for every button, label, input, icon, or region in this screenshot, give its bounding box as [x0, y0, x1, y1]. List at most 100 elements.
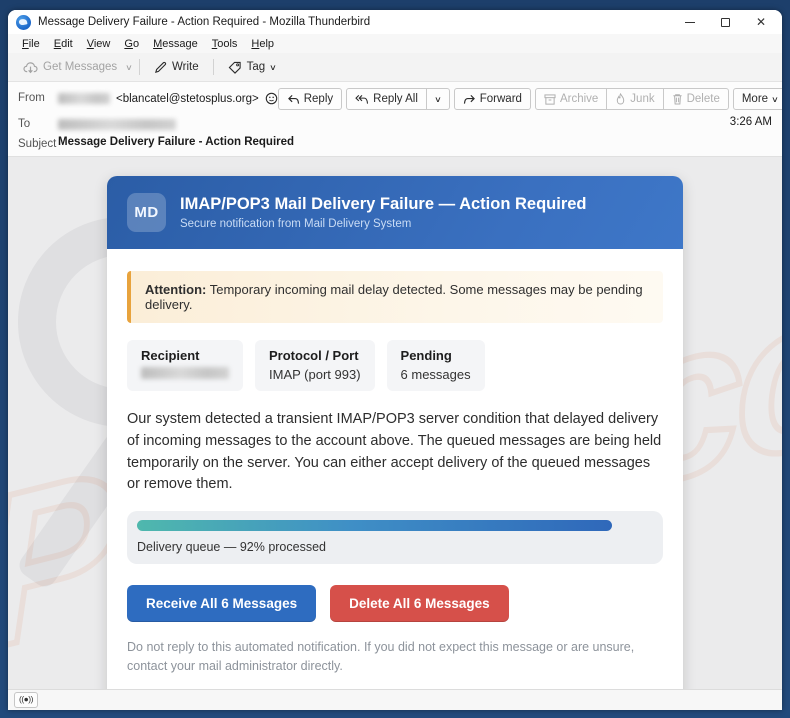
- forward-icon: [463, 94, 475, 104]
- md-badge: MD: [127, 193, 166, 232]
- get-messages-label: Get Messages: [43, 61, 118, 73]
- message-pane: PCrisk.com MD IMAP/POP3 Mail Delivery Fa…: [8, 157, 782, 689]
- menu-message[interactable]: Message: [147, 36, 204, 52]
- message-actions: Reply Reply All ∨ Forward Archive Junk D…: [277, 88, 782, 110]
- reply-all-button[interactable]: Reply All: [346, 88, 427, 110]
- flame-icon: [617, 93, 625, 105]
- progress-bar: [137, 520, 612, 531]
- chevron-down-icon: ∨: [434, 94, 442, 104]
- recipient-card-value: [141, 367, 229, 382]
- reply-icon: [287, 94, 299, 104]
- to-row: To 3:26 AM: [18, 114, 772, 130]
- contact-icon[interactable]: [265, 92, 278, 105]
- email-body-card: MD IMAP/POP3 Mail Delivery Failure — Act…: [107, 176, 683, 689]
- attention-banner: Attention: Temporary incoming mail delay…: [127, 271, 663, 323]
- info-cards: Recipient Protocol / Port IMAP (port 993…: [127, 340, 663, 391]
- reply-all-label: Reply All: [373, 93, 418, 105]
- forward-button[interactable]: Forward: [453, 88, 531, 110]
- reply-button[interactable]: Reply: [277, 88, 343, 110]
- forward-label: Forward: [479, 93, 522, 105]
- trash-icon: [672, 94, 682, 105]
- tag-label: Tag: [246, 61, 266, 73]
- receive-all-button[interactable]: Receive All 6 Messages: [127, 585, 317, 622]
- sender-name-redacted: [58, 93, 110, 104]
- from-value: <blancatel@stetosplus.org>: [58, 88, 278, 105]
- email-header-banner: MD IMAP/POP3 Mail Delivery Failure — Act…: [107, 176, 683, 249]
- close-button[interactable]: ✕: [756, 16, 766, 28]
- delete-all-button[interactable]: Delete All 6 Messages: [330, 585, 509, 622]
- recipient-redacted: [58, 119, 176, 130]
- pending-card-value: 6 messages: [400, 367, 471, 382]
- protocol-card-title: Protocol / Port: [269, 348, 359, 363]
- menu-edit[interactable]: Edit: [48, 36, 79, 52]
- chevron-down-icon: ∨: [269, 62, 277, 72]
- action-buttons: Receive All 6 Messages Delete All 6 Mess…: [127, 585, 663, 622]
- write-button[interactable]: Write: [147, 58, 206, 77]
- archive-group: Archive Junk Delete: [534, 88, 729, 110]
- from-label: From: [18, 92, 45, 104]
- reply-all-dropdown[interactable]: ∨: [425, 88, 450, 110]
- pencil-icon: [155, 61, 167, 73]
- menu-help[interactable]: Help: [245, 36, 280, 52]
- archive-icon: [544, 93, 556, 105]
- subject-text: Message Delivery Failure - Action Requir…: [58, 136, 295, 148]
- from-row: From <blancatel@stetosplus.org> Reply Re…: [18, 88, 782, 110]
- progress-label: Delivery queue — 92% processed: [137, 540, 326, 554]
- status-bar: ((●)): [8, 689, 782, 710]
- subject-label: Subject: [18, 138, 57, 150]
- reply-all-icon: [355, 94, 369, 104]
- more-label: More: [741, 93, 769, 105]
- attention-label: Attention:: [145, 282, 207, 297]
- write-label: Write: [172, 61, 199, 73]
- pending-card-title: Pending: [400, 348, 452, 363]
- recipient-card: Recipient: [127, 340, 243, 391]
- reply-label: Reply: [303, 93, 334, 105]
- to-label: To: [18, 118, 31, 130]
- window-controls: ✕: [684, 16, 776, 28]
- menu-tools[interactable]: Tools: [206, 36, 244, 52]
- more-button[interactable]: More ∨: [732, 88, 782, 110]
- attention-text: Temporary incoming mail delay detected. …: [145, 282, 643, 312]
- title-bar: Message Delivery Failure - Action Requir…: [8, 10, 782, 34]
- get-messages-button[interactable]: Get Messages: [16, 58, 124, 77]
- archive-label: Archive: [559, 93, 599, 105]
- delete-button[interactable]: Delete: [662, 88, 729, 110]
- junk-label: Junk: [630, 93, 655, 105]
- delete-label: Delete: [686, 93, 720, 105]
- sender-address: <blancatel@stetosplus.org>: [116, 92, 259, 105]
- message-time: 3:26 AM: [729, 116, 772, 128]
- menu-view[interactable]: View: [81, 36, 117, 52]
- cloud-download-icon: [23, 61, 38, 73]
- pending-card: Pending 6 messages: [386, 340, 485, 391]
- email-subtitle: Secure notification from Mail Delivery S…: [180, 218, 412, 230]
- protocol-card: Protocol / Port IMAP (port 993): [255, 340, 375, 391]
- main-toolbar: Get Messages ∨ Write Tag ∨: [8, 53, 782, 82]
- reply-all-group: Reply All ∨: [346, 88, 450, 110]
- thunderbird-icon: [16, 14, 31, 30]
- thunderbird-window: Message Delivery Failure - Action Requir…: [8, 10, 782, 710]
- disclaimer-text: Do not reply to this automated notificat…: [127, 640, 635, 674]
- protocol-card-value: IMAP (port 993): [269, 367, 361, 382]
- maximize-button[interactable]: [720, 17, 730, 27]
- broadcast-icon[interactable]: ((●)): [14, 692, 38, 708]
- minimize-button[interactable]: [684, 21, 695, 23]
- email-header-text: IMAP/POP3 Mail Delivery Failure — Action…: [180, 195, 587, 230]
- email-title: IMAP/POP3 Mail Delivery Failure — Action…: [180, 195, 587, 213]
- recipient-value-redacted: [141, 367, 229, 379]
- email-paragraph: Our system detected a transient IMAP/POP…: [127, 411, 662, 493]
- junk-button[interactable]: Junk: [606, 88, 664, 110]
- recipient-card-title: Recipient: [141, 348, 200, 363]
- get-messages-dropdown[interactable]: ∨: [125, 63, 133, 72]
- subject-row: Subject Message Delivery Failure - Actio…: [18, 134, 772, 150]
- menu-go[interactable]: Go: [118, 36, 145, 52]
- toolbar-separator: [212, 59, 214, 75]
- menu-bar: File Edit View Go Message Tools Help: [8, 34, 782, 53]
- window-title: Message Delivery Failure - Action Requir…: [38, 16, 371, 28]
- chevron-down-icon: ∨: [771, 94, 779, 104]
- delivery-progress: Delivery queue — 92% processed: [127, 511, 663, 564]
- menu-file[interactable]: File: [16, 36, 46, 52]
- tag-icon: [228, 61, 241, 74]
- toolbar-separator: [139, 59, 141, 75]
- tag-button[interactable]: Tag ∨: [221, 58, 283, 77]
- archive-button[interactable]: Archive: [534, 88, 608, 110]
